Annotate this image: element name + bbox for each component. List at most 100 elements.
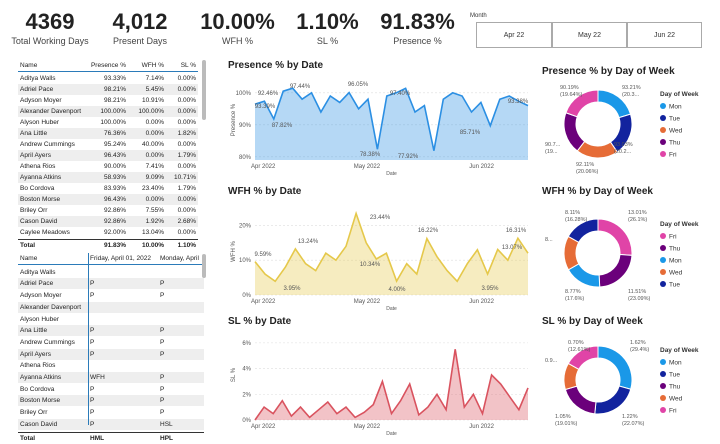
data-label: 77.92% bbox=[398, 154, 419, 160]
cell: 0.00% bbox=[177, 141, 196, 148]
donut-slice bbox=[563, 235, 580, 271]
column-divider bbox=[88, 253, 89, 425]
data-label: 8... bbox=[545, 237, 553, 243]
cell: P bbox=[160, 338, 165, 346]
attendance-matrix-scrollbar[interactable] bbox=[202, 254, 206, 278]
cell: Briley Orr bbox=[20, 409, 48, 417]
table-row[interactable]: Caylee Meadows 92.00% 13.04% 0.00% bbox=[18, 227, 198, 238]
cell: 1.92% bbox=[145, 218, 164, 225]
table-row[interactable]: Adyson Moyer P P bbox=[18, 290, 204, 301]
table-row[interactable]: Boston Morse 96.43% 0.00% 0.00% bbox=[18, 194, 198, 205]
table-row[interactable]: Athena Rios bbox=[18, 360, 204, 371]
y-tick-label: 6% bbox=[242, 341, 251, 347]
legend-swatch-mon bbox=[660, 257, 666, 263]
table-row[interactable]: Cason David P HSL bbox=[18, 418, 204, 430]
table-row[interactable]: Athena Rios 90.00% 7.41% 0.00% bbox=[18, 161, 198, 172]
cell: 98.21% bbox=[103, 86, 126, 93]
table-row[interactable]: Adyson Moyer 98.21% 10.91% 0.00% bbox=[18, 95, 198, 106]
cell: 23.40% bbox=[141, 185, 164, 192]
legend-swatch-fri bbox=[660, 151, 666, 157]
table-row[interactable]: Andrew Cummings P P bbox=[18, 337, 204, 348]
data-label: 97.44% bbox=[290, 84, 311, 90]
table-row[interactable]: Cason David 92.86% 1.92% 2.68% bbox=[18, 216, 198, 227]
slicer-option-may[interactable]: May 22 bbox=[552, 22, 627, 48]
data-label: 8.77% bbox=[565, 289, 581, 295]
table-row[interactable]: Alyson Huber 100.00% 0.00% 0.00% bbox=[18, 117, 198, 128]
slicer-option-jun[interactable]: Jun 22 bbox=[627, 22, 702, 48]
cell: Presence % bbox=[90, 62, 126, 69]
legend-swatch-wed bbox=[660, 127, 666, 133]
data-label: 93.21% bbox=[622, 85, 641, 91]
table-row[interactable]: Bo Cordova 83.93% 23.40% 1.79% bbox=[18, 183, 198, 194]
wfh-chart-title: WFH % by Date bbox=[228, 186, 302, 197]
cell: 0.00% bbox=[145, 196, 164, 203]
table-row[interactable]: Alexander Davenport 100.00% 100.00% 0.00% bbox=[18, 106, 198, 117]
attendance-matrix: Name Friday, April 01, 2022 Monday, April A… bbox=[18, 253, 204, 442]
cell: 5.45% bbox=[145, 86, 164, 93]
cell: 91.83% bbox=[103, 242, 126, 249]
table-row[interactable]: Andrew Cummings 95.24% 40.00% 0.00% bbox=[18, 139, 198, 150]
table-row[interactable]: April Ayers P P bbox=[18, 348, 204, 360]
legend-swatch-thu bbox=[660, 245, 666, 251]
series-line bbox=[254, 349, 529, 421]
y-axis-label: Presence % bbox=[231, 103, 237, 136]
table-row[interactable]: Aditya Walls bbox=[18, 267, 204, 278]
cell: Name bbox=[20, 255, 38, 262]
data-label: 13.01% bbox=[628, 210, 647, 216]
y-tick-label: 0% bbox=[242, 293, 251, 299]
legend-item-tue: Tue bbox=[669, 372, 680, 379]
cell: P bbox=[90, 385, 95, 393]
cell: 100.00% bbox=[138, 108, 164, 115]
data-label: (12.61%) bbox=[568, 347, 590, 353]
table-row[interactable]: Adriel Pace 98.21% 5.45% 0.00% bbox=[18, 84, 198, 95]
legend-swatch-mon bbox=[660, 103, 666, 109]
table-row[interactable]: Ayanna Atkins 58.93% 9.09% 10.71% bbox=[18, 172, 198, 183]
table-row[interactable]: Boston Morse P P bbox=[18, 395, 204, 407]
donut-slice bbox=[597, 218, 633, 256]
legend-title: Day of Week bbox=[660, 91, 699, 98]
table-row[interactable]: Bo Cordova P P bbox=[18, 384, 204, 395]
y-tick-label: 10% bbox=[239, 258, 252, 264]
table-header: Name Friday, April 01, 2022 Monday, April bbox=[18, 253, 204, 265]
slicer-option-apr[interactable]: Apr 22 bbox=[476, 22, 552, 48]
cell: Andrew Cummings bbox=[20, 141, 75, 148]
cell: 1.10% bbox=[177, 242, 196, 249]
cell: 0.00% bbox=[177, 163, 196, 170]
cell: 0.00% bbox=[177, 86, 196, 93]
cell: Alexander Davenport bbox=[20, 303, 82, 311]
table-row[interactable]: Alyson Huber bbox=[18, 314, 204, 325]
x-axis-label: Date bbox=[386, 306, 397, 312]
wfh-donut-title: WFH % by Day of Week bbox=[542, 186, 653, 197]
data-label: 1.62% bbox=[630, 340, 646, 346]
table-row[interactable]: Adriel Pace P P bbox=[18, 278, 204, 290]
summary-table-scrollbar[interactable] bbox=[202, 60, 206, 120]
cell: Adriel Pace bbox=[20, 280, 54, 288]
kpi-total-working-days: 4369 Total Working Days bbox=[10, 10, 90, 47]
kpi-presence: 91.83% Presence % bbox=[375, 10, 460, 47]
data-label: 90.7... bbox=[545, 142, 561, 148]
table-row[interactable]: Briley Orr P P bbox=[18, 407, 204, 418]
table-row[interactable]: Ana Little P P bbox=[18, 325, 204, 337]
data-label: (19.01%) bbox=[555, 421, 577, 427]
table-row[interactable]: Alexander Davenport bbox=[18, 301, 204, 313]
table-row[interactable]: Aditya Walls 93.33% 7.14% 0.00% bbox=[18, 73, 198, 84]
legend-item-wed: Wed bbox=[669, 396, 683, 403]
table-row[interactable]: Ayanna Atkins WFH P bbox=[18, 372, 204, 383]
cell: Aditya Walls bbox=[20, 75, 56, 82]
table-row[interactable]: April Ayers 96.43% 0.00% 1.79% bbox=[18, 150, 198, 161]
presence-chart-title: Presence % by Date bbox=[228, 60, 324, 71]
cell: April Ayers bbox=[20, 152, 51, 159]
cell: Briley Orr bbox=[20, 207, 48, 214]
cell: 13.04% bbox=[141, 229, 164, 236]
cell: P bbox=[160, 327, 165, 335]
cell: P bbox=[90, 409, 95, 417]
data-label: 90.19% bbox=[560, 85, 579, 91]
cell: Boston Morse bbox=[20, 397, 61, 405]
legend-swatch-tue bbox=[660, 115, 666, 121]
table-row[interactable]: Ana Little 76.36% 0.00% 1.82% bbox=[18, 128, 198, 139]
y-tick-label: 0% bbox=[242, 418, 251, 424]
table-row[interactable]: Briley Orr 92.86% 7.55% 0.00% bbox=[18, 205, 198, 216]
kpi-sl: 1.10% SL % bbox=[290, 10, 365, 47]
data-label: (16.28%) bbox=[565, 217, 587, 223]
cell: Ayanna Atkins bbox=[20, 174, 62, 181]
